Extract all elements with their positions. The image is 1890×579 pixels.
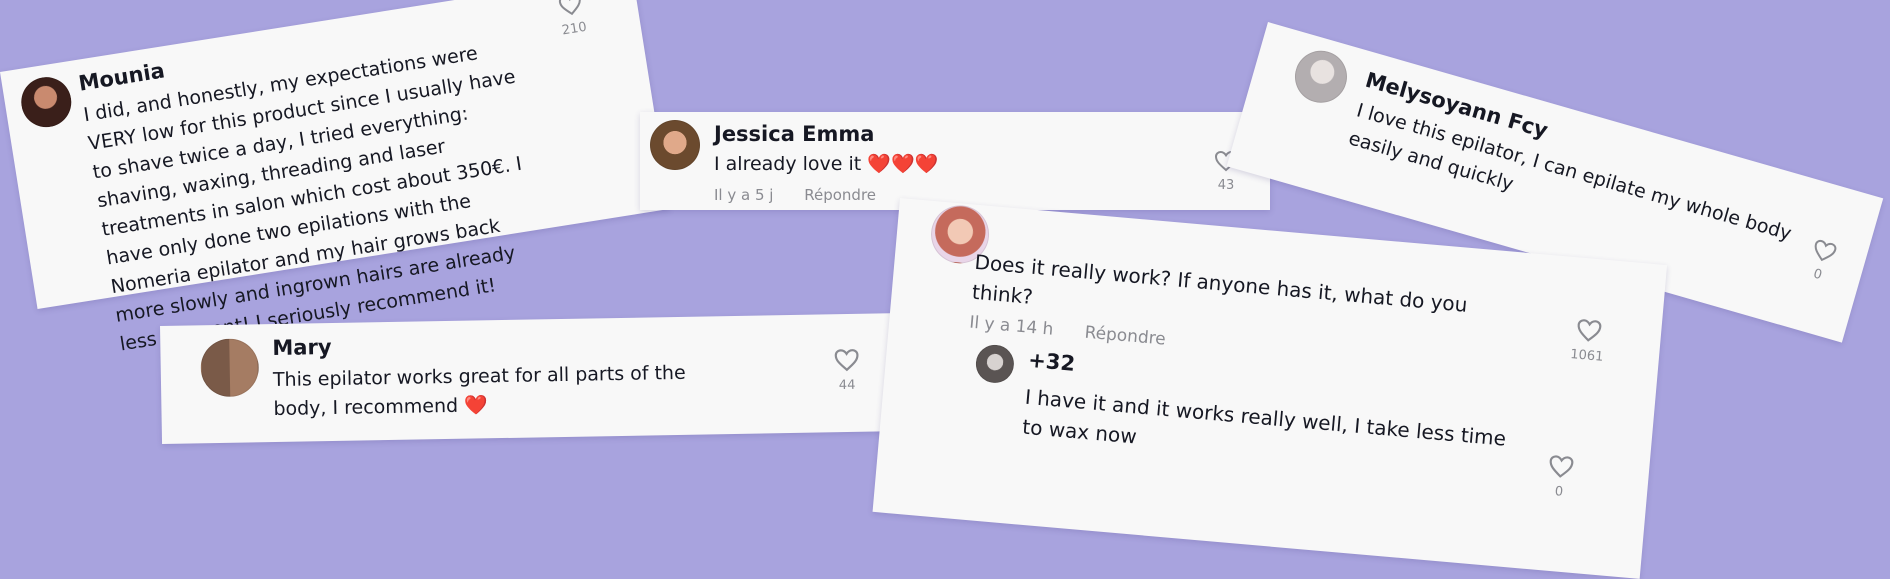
like-count-mary: 44: [838, 377, 856, 394]
comment-text-reply32: I have it and it works really well, I ta…: [1021, 384, 1508, 451]
timestamp-question: Il y a 14 h: [968, 312, 1055, 340]
like-count-reply32: 0: [1554, 484, 1564, 500]
heart-outline-icon: [1549, 455, 1574, 478]
comment-card-jessica: Jessica Emma I already love it ❤️❤️❤️ Il…: [640, 112, 1270, 210]
heart-outline-icon: [834, 349, 859, 372]
comment-meta-jessica: Il y a 5 j Répondre: [714, 186, 876, 204]
commenter-name-reply32[interactable]: +32: [1027, 348, 1076, 376]
avatar-mary[interactable]: [200, 338, 260, 398]
comment-text-jessica-body: I already love it: [714, 153, 862, 175]
heart-outline-icon: [558, 0, 581, 16]
like-button-melysoyann[interactable]: 0: [1794, 235, 1848, 288]
avatar-mounia[interactable]: [17, 73, 75, 131]
reply-button-question[interactable]: Répondre: [1084, 323, 1167, 350]
comment-card-question: Does it really work? If anyone has it, w…: [872, 198, 1668, 579]
comment-card-mounia: Mounia I did, and honestly, my expectati…: [0, 0, 670, 355]
timestamp-jessica: Il y a 5 j: [714, 186, 774, 204]
comment-text-mary: This epilator works great for all parts …: [273, 358, 734, 424]
like-button-mounia[interactable]: 210: [547, 0, 597, 40]
commenter-name-mary[interactable]: Mary: [272, 335, 332, 360]
like-button-reply32[interactable]: 0: [1536, 453, 1584, 502]
commenter-name-jessica[interactable]: Jessica Emma: [714, 122, 874, 146]
avatar-melysoyann[interactable]: [1288, 44, 1354, 109]
heart-outline-icon: [1577, 319, 1602, 342]
comment-card-mary: Mary This epilator works great for all p…: [160, 313, 900, 444]
heart-outline-icon: [1814, 239, 1837, 262]
like-button-mary[interactable]: 44: [824, 348, 869, 394]
like-count-question: 1061: [1569, 347, 1604, 365]
red-heart-emoji: ❤️: [463, 394, 489, 417]
comment-text-jessica: I already love it ❤️❤️❤️: [714, 150, 938, 179]
avatar-jessica[interactable]: [650, 120, 700, 170]
reply-button-jessica[interactable]: Répondre: [804, 186, 876, 204]
like-count-mounia: 210: [560, 19, 588, 39]
avatar-reply32[interactable]: [974, 343, 1016, 385]
red-heart-emoji: ❤️❤️❤️: [867, 153, 939, 175]
like-count-jessica: 43: [1217, 178, 1235, 193]
like-count-melysoyann: 0: [1811, 266, 1824, 284]
like-button-question[interactable]: 1061: [1564, 317, 1612, 366]
